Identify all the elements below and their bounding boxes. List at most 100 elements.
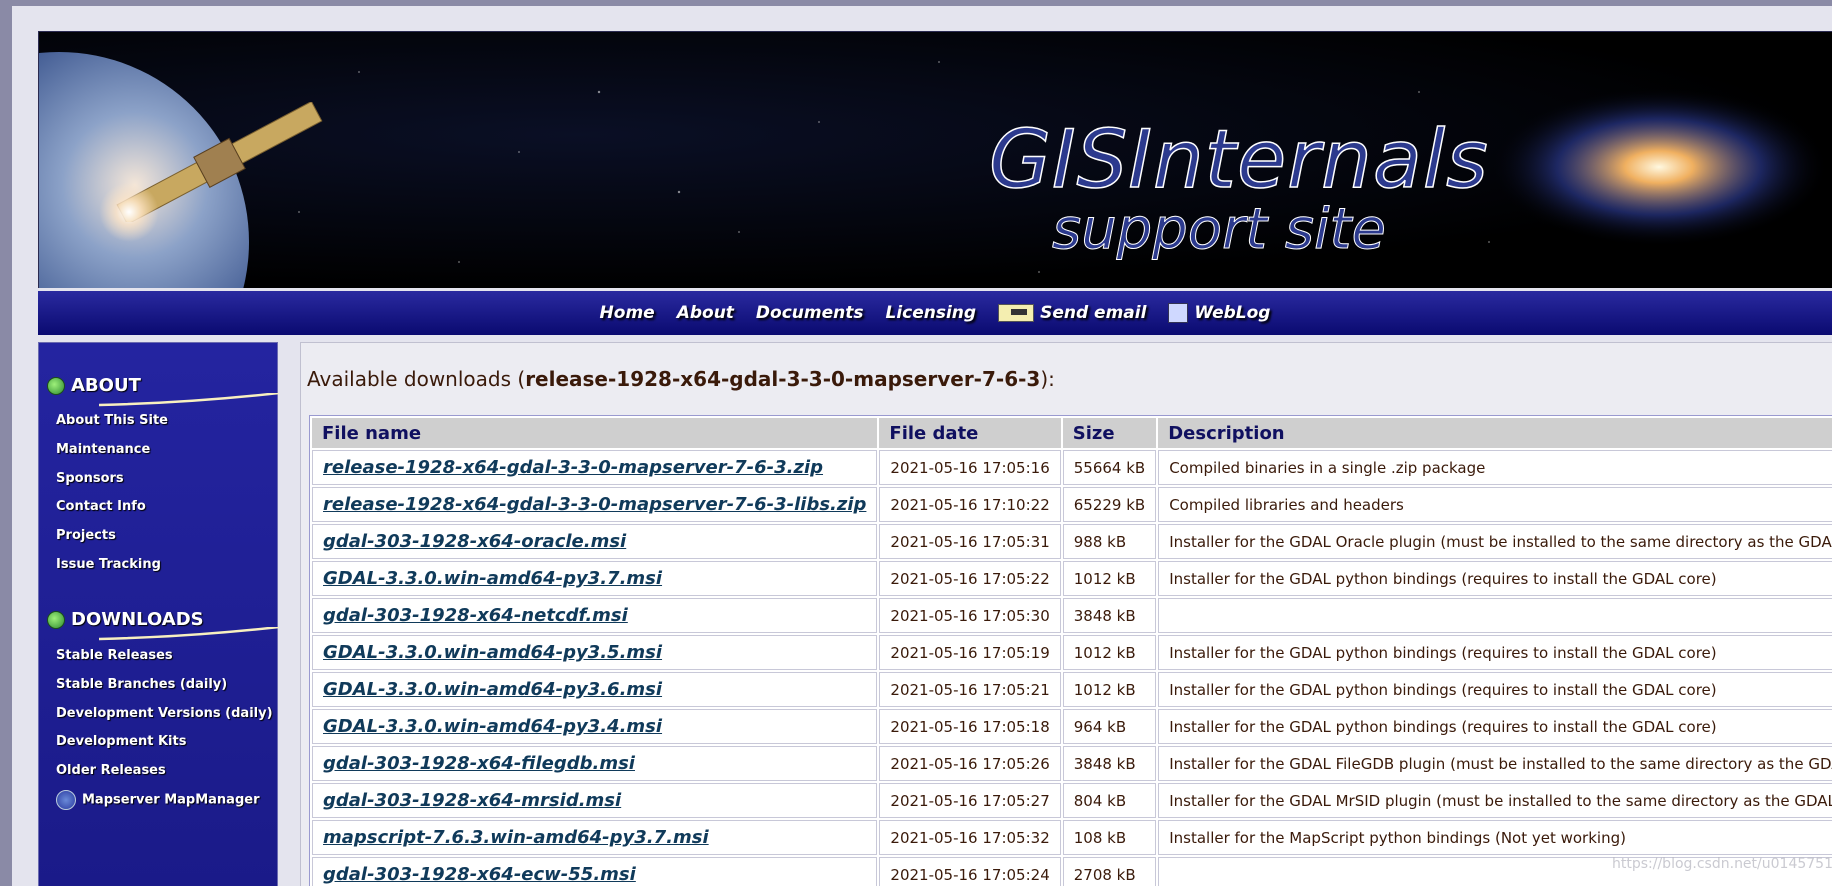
file-name-cell: GDAL-3.3.0.win-amd64-py3.5.msi	[312, 635, 878, 670]
envelope-icon	[998, 304, 1035, 322]
table-row: gdal-303-1928-x64-ecw-55.msi 2021-05-16 1…	[312, 857, 1832, 886]
sidebar-item-older-releases[interactable]: Older Releases	[56, 763, 166, 778]
column-header-description: Description	[1158, 418, 1832, 448]
file-size-cell: 964 kB	[1062, 709, 1157, 744]
file-name-cell: gdal-303-1928-x64-oracle.msi	[312, 524, 878, 559]
file-download-link[interactable]: gdal-303-1928-x64-netcdf.msi	[323, 605, 628, 626]
description-cell: Installer for the GDAL python bindings (…	[1158, 561, 1832, 596]
sidebar-item-issue-tracking[interactable]: Issue Tracking	[56, 557, 161, 572]
page: GISInternals support site Home About Doc…	[12, 6, 1832, 886]
nav-weblog-label: WebLog	[1194, 303, 1271, 323]
file-size-cell: 108 kB	[1062, 820, 1157, 855]
file-date-cell: 2021-05-16 17:05:30	[879, 598, 1061, 633]
sidebar-item-development-kits[interactable]: Development Kits	[56, 734, 186, 749]
nav-home[interactable]: Home	[600, 303, 655, 323]
file-download-link[interactable]: GDAL-3.3.0.win-amd64-py3.6.msi	[323, 679, 662, 700]
description-cell: Installer for the GDAL python bindings (…	[1158, 672, 1832, 707]
file-size-cell: 3848 kB	[1062, 598, 1157, 633]
sidebar: ABOUT About This Site Maintenance Sponso…	[38, 342, 279, 886]
sidebar-item-mapserver-mapmanager-label: Mapserver MapManager	[82, 792, 260, 808]
downloads-heading-prefix: Available downloads (	[307, 367, 526, 391]
file-size-cell: 1012 kB	[1062, 635, 1157, 670]
file-size-cell: 1012 kB	[1062, 561, 1157, 596]
table-header-row: File name File date Size Description	[312, 418, 1832, 448]
table-row: release-1928-x64-gdal-3-3-0-mapserver-7-…	[312, 450, 1832, 485]
table-body: release-1928-x64-gdal-3-3-0-mapserver-7-…	[312, 450, 1832, 886]
file-size-cell: 55664 kB	[1062, 450, 1157, 485]
table-row: release-1928-x64-gdal-3-3-0-mapserver-7-…	[312, 487, 1832, 522]
table-row: GDAL-3.3.0.win-amd64-py3.5.msi 2021-05-16…	[312, 635, 1832, 670]
sidebar-item-projects[interactable]: Projects	[56, 528, 116, 543]
release-name: release-1928-x64-gdal-3-3-0-mapserver-7-…	[525, 367, 1041, 391]
file-download-link[interactable]: release-1928-x64-gdal-3-3-0-mapserver-7-…	[323, 457, 823, 478]
file-name-cell: gdal-303-1928-x64-netcdf.msi	[312, 598, 878, 633]
table-row: gdal-303-1928-x64-oracle.msi 2021-05-16 1…	[312, 524, 1832, 559]
sidebar-item-maintenance[interactable]: Maintenance	[56, 442, 150, 457]
nav-licensing[interactable]: Licensing	[885, 303, 976, 323]
file-download-link[interactable]: GDAL-3.3.0.win-amd64-py3.7.msi	[323, 568, 662, 589]
table-row: GDAL-3.3.0.win-amd64-py3.6.msi 2021-05-16…	[312, 672, 1832, 707]
table-row: GDAL-3.3.0.win-amd64-py3.7.msi 2021-05-16…	[312, 561, 1832, 596]
file-date-cell: 2021-05-16 17:10:22	[879, 487, 1061, 522]
description-cell: Installer for the GDAL FileGDB plugin (m…	[1158, 746, 1832, 781]
table-row: gdal-303-1928-x64-mrsid.msi 2021-05-16 17…	[312, 783, 1832, 818]
description-cell: Installer for the GDAL Oracle plugin (mu…	[1158, 524, 1832, 559]
description-cell: Installer for the MapScript python bindi…	[1158, 820, 1832, 855]
file-download-link[interactable]: gdal-303-1928-x64-oracle.msi	[323, 531, 626, 552]
file-name-cell: GDAL-3.3.0.win-amd64-py3.6.msi	[312, 672, 878, 707]
watermark: https://blog.csdn.net/u014575169	[1612, 856, 1832, 872]
sidebar-item-development-versions[interactable]: Development Versions (daily)	[56, 706, 273, 721]
description-cell	[1158, 598, 1832, 633]
nav-documents[interactable]: Documents	[756, 303, 864, 323]
file-download-link[interactable]: gdal-303-1928-x64-ecw-55.msi	[323, 864, 636, 885]
description-cell: Installer for the GDAL MrSID plugin (mus…	[1158, 783, 1832, 818]
table-row: gdal-303-1928-x64-filegdb.msi 2021-05-16 …	[312, 746, 1832, 781]
file-download-link[interactable]: gdal-303-1928-x64-filegdb.msi	[323, 753, 635, 774]
file-name-cell: release-1928-x64-gdal-3-3-0-mapserver-7-…	[312, 450, 878, 485]
file-size-cell: 65229 kB	[1062, 487, 1157, 522]
file-size-cell: 3848 kB	[1062, 746, 1157, 781]
file-download-link[interactable]: release-1928-x64-gdal-3-3-0-mapserver-7-…	[323, 494, 866, 515]
column-header-size: Size	[1062, 418, 1157, 448]
sidebar-item-sponsors[interactable]: Sponsors	[56, 471, 124, 486]
file-date-cell: 2021-05-16 17:05:26	[879, 746, 1061, 781]
sidebar-item-mapserver-mapmanager[interactable]: Mapserver MapManager	[56, 790, 260, 810]
file-download-link[interactable]: GDAL-3.3.0.win-amd64-py3.4.msi	[323, 716, 662, 737]
globe-icon	[47, 610, 65, 629]
file-date-cell: 2021-05-16 17:05:31	[879, 524, 1061, 559]
banner-subtitle: support site	[1052, 197, 1387, 262]
sidebar-item-about-this-site[interactable]: About This Site	[56, 413, 168, 428]
sidebar-item-stable-releases[interactable]: Stable Releases	[56, 648, 173, 663]
globe-icon	[47, 376, 65, 395]
file-download-link[interactable]: gdal-303-1928-x64-mrsid.msi	[323, 790, 621, 811]
globe-icon	[56, 790, 76, 810]
main-content: Available downloads (release-1928-x64-gd…	[300, 342, 1832, 886]
file-date-cell: 2021-05-16 17:05:32	[879, 820, 1061, 855]
nav-weblog[interactable]: WebLog	[1168, 303, 1270, 323]
banner-title: GISInternals	[988, 113, 1489, 206]
heading-swoosh	[99, 393, 279, 407]
downloads-heading: Available downloads (release-1928-x64-gd…	[307, 367, 1055, 391]
sidebar-item-contact-info[interactable]: Contact Info	[56, 499, 146, 514]
file-download-link[interactable]: GDAL-3.3.0.win-amd64-py3.5.msi	[323, 642, 662, 663]
file-date-cell: 2021-05-16 17:05:27	[879, 783, 1061, 818]
sidebar-item-stable-branches[interactable]: Stable Branches (daily)	[56, 677, 227, 692]
file-date-cell: 2021-05-16 17:05:19	[879, 635, 1061, 670]
nav-send-email[interactable]: Send email	[998, 303, 1146, 323]
file-date-cell: 2021-05-16 17:05:16	[879, 450, 1061, 485]
file-download-link[interactable]: mapscript-7.6.3.win-amd64-py3.7.msi	[323, 827, 709, 848]
description-cell: Compiled libraries and headers	[1158, 487, 1832, 522]
file-size-cell: 2708 kB	[1062, 857, 1157, 886]
file-name-cell: GDAL-3.3.0.win-amd64-py3.7.msi	[312, 561, 878, 596]
file-date-cell: 2021-05-16 17:05:24	[879, 857, 1061, 886]
galaxy-image	[1489, 87, 1829, 247]
top-navigation: Home About Documents Licensing Send emai…	[38, 288, 1832, 335]
file-size-cell: 988 kB	[1062, 524, 1157, 559]
file-size-cell: 804 kB	[1062, 783, 1157, 818]
file-size-cell: 1012 kB	[1062, 672, 1157, 707]
nav-about[interactable]: About	[677, 303, 734, 323]
file-name-cell: gdal-303-1928-x64-filegdb.msi	[312, 746, 878, 781]
description-cell: Compiled binaries in a single .zip packa…	[1158, 450, 1832, 485]
sun-flare	[99, 182, 159, 242]
file-date-cell: 2021-05-16 17:05:22	[879, 561, 1061, 596]
